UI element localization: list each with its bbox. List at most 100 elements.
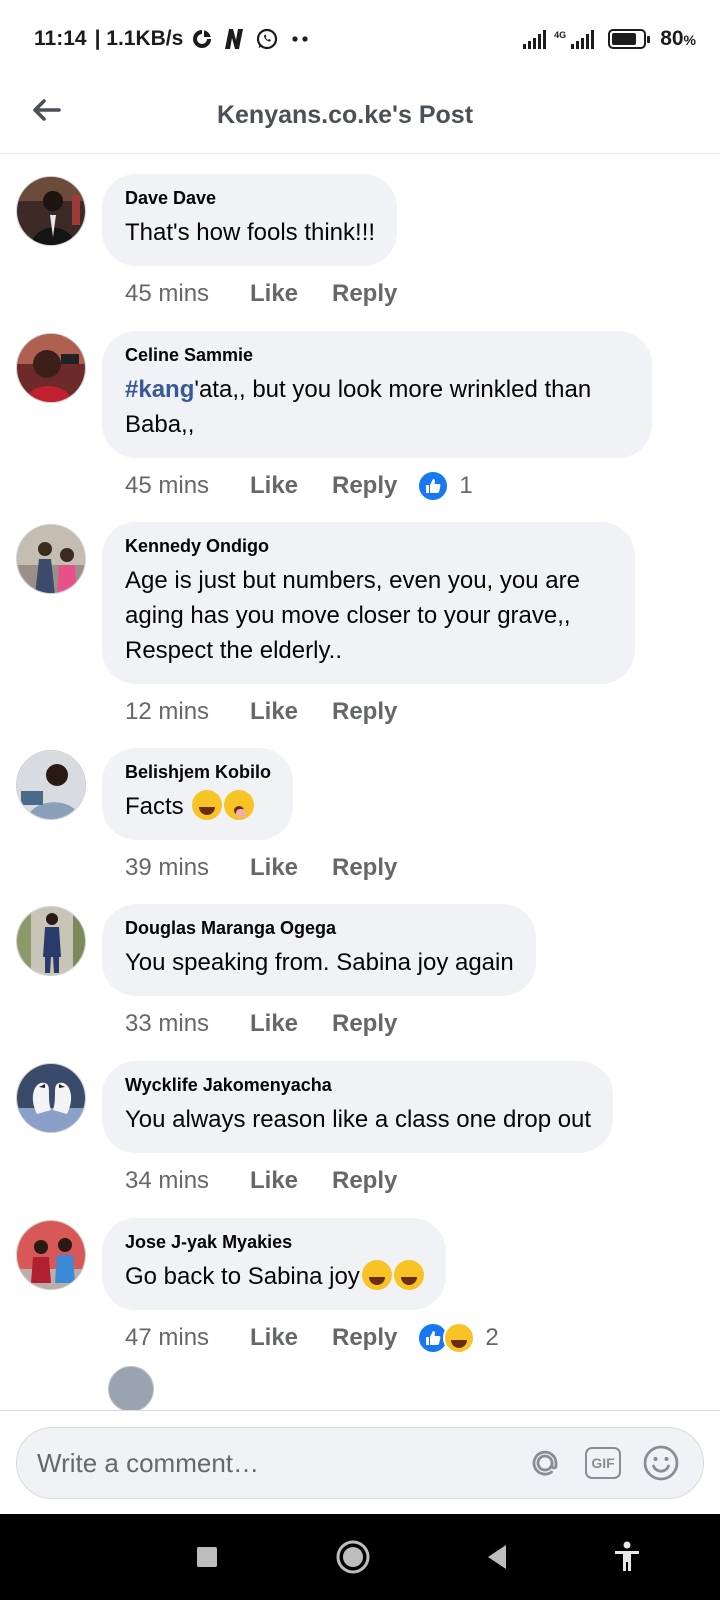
comment-bubble: Wycklife Jakomenyacha You always reason … [102,1061,614,1153]
comment-actions: 47 mins Like Reply 2 [125,1318,499,1358]
smiley-icon[interactable] [639,1441,683,1485]
like-button[interactable]: Like [250,1010,332,1038]
like-button[interactable]: Like [250,1324,332,1352]
status-right: 4G 80% [523,27,696,51]
at-sign-icon[interactable] [523,1441,567,1485]
reply-button[interactable]: Reply [332,280,397,308]
like-button[interactable]: Like [250,698,332,726]
comment-text: Age is just but numbers, even you, you a… [125,567,580,664]
avatar[interactable] [16,333,86,403]
status-left: 11:14 | 1.1KB/s [34,27,315,51]
comment-input-box[interactable]: GIF [16,1427,704,1499]
like-button[interactable]: Like [250,280,332,308]
status-speed: | 1.1KB/s [94,27,184,50]
data-saver-icon [191,28,213,50]
like-reaction-icon [417,470,450,502]
back-triangle-icon[interactable] [474,1534,520,1580]
gif-button[interactable]: GIF [581,1441,625,1485]
status-bar: 11:14 | 1.1KB/s 4G 80% [0,0,720,78]
network-type: 4G [554,30,567,40]
commenter-name[interactable]: Dave Dave [125,188,375,209]
reply-button[interactable]: Reply [332,1167,397,1195]
like-button[interactable]: Like [250,1167,332,1195]
avatar[interactable] [108,1366,154,1410]
more-dots-icon [287,34,315,44]
netflix-n-icon [221,27,247,51]
comment-text: Go back to Sabina joy [125,1259,424,1294]
comment-bubble: Kennedy Ondigo Age is just but numbers, … [102,522,635,684]
avatar[interactable] [16,750,86,820]
comment-text: You always reason like a class one drop … [125,1106,592,1133]
comment-text-body: Facts [125,793,184,820]
arrow-left-icon [31,98,61,127]
comment-actions: 34 mins Like Reply [125,1161,397,1201]
like-button[interactable]: Like [250,472,332,500]
comment-time[interactable]: 34 mins [125,1167,250,1195]
battery-fill [612,33,637,45]
comment-text-body: 'ata,, but you look more wrinkled than B… [125,376,592,438]
comment-text: You speaking from. Sabina joy again [125,949,514,976]
status-time: 11:14 [34,27,87,50]
avatar[interactable] [16,524,86,594]
avatar[interactable] [16,906,86,976]
comment-bubble: Celine Sammie #kang'ata,, but you look m… [102,331,652,458]
comment-actions: 12 mins Like Reply [125,692,397,732]
commenter-name[interactable]: Celine Sammie [125,345,630,366]
recents-square-icon[interactable] [184,1534,230,1580]
avatar[interactable] [16,1063,86,1133]
comment-bubble: Douglas Maranga Ogega You speaking from.… [102,904,536,996]
reply-button[interactable]: Reply [332,1010,397,1038]
reply-button[interactable]: Reply [332,854,397,882]
signal-icon [523,29,547,49]
commenter-name[interactable]: Belishjem Kobilo [125,762,271,783]
comment-bubble: Dave Dave That's how fools think!!! [102,174,398,266]
reaction-summary[interactable]: 1 [417,470,473,502]
like-button[interactable]: Like [250,854,332,882]
comment-text: #kang'ata,, but you look more wrinkled t… [125,372,630,442]
page-title: Kenyans.co.ke's Post [216,101,474,129]
comment-composer: GIF [0,1410,720,1514]
comment-bubble: Belishjem Kobilo Facts [102,748,294,840]
reply-button[interactable]: Reply [332,1324,397,1352]
comment-time[interactable]: 12 mins [125,698,250,726]
battery-icon [608,29,651,49]
comment-actions: 39 mins Like Reply [125,848,397,888]
comment-actions: 45 mins Like Reply 1 [125,466,473,506]
hashtag-link[interactable]: #kang [125,376,194,403]
comment-bubble: Jose J-yak Myakies Go back to Sabina joy [102,1218,446,1310]
comment-actions: 45 mins Like Reply [125,274,397,314]
reaction-count: 1 [459,472,473,499]
post-header: Kenyans.co.ke's Post [0,78,720,154]
whatsapp-icon [255,27,279,51]
face-with-tears-of-joy-icon [192,790,223,820]
comment-time[interactable]: 45 mins [125,280,250,308]
reply-button[interactable]: Reply [332,698,397,726]
commenter-name[interactable]: Jose J-yak Myakies [125,1232,424,1253]
home-circle-icon[interactable] [330,1534,376,1580]
comment-text: Facts [125,789,271,824]
comment-time[interactable]: 47 mins [125,1324,250,1352]
face-with-hand-over-mouth-icon [224,790,255,820]
commenter-name[interactable]: Wycklife Jakomenyacha [125,1075,591,1096]
commenter-name[interactable]: Douglas Maranga Ogega [125,918,514,939]
reply-button[interactable]: Reply [332,472,397,500]
reaction-summary[interactable]: 2 [417,1322,499,1354]
comment-text-body: Go back to Sabina joy [125,1263,360,1290]
battery-percent: 80% [660,27,696,50]
comment-time[interactable]: 33 mins [125,1010,250,1038]
avatar[interactable] [16,1220,86,1290]
accessibility-icon[interactable] [604,1534,650,1580]
comment-time[interactable]: 39 mins [125,854,250,882]
commenter-name[interactable]: Kennedy Ondigo [125,536,613,557]
comment-input[interactable] [37,1447,509,1479]
signal-4g-icon [571,29,595,49]
rolling-on-floor-laughing-icon [361,1260,392,1290]
comment-list: Dave Dave That's how fools think!!! 45 m… [0,154,720,1410]
system-nav-bar [0,1514,720,1600]
back-button[interactable] [26,92,66,132]
avatar[interactable] [16,176,86,246]
haha-reaction-icon [443,1322,476,1354]
comment-time[interactable]: 45 mins [125,472,250,500]
reaction-count: 2 [485,1324,499,1351]
comment-actions: 33 mins Like Reply [125,1004,397,1044]
